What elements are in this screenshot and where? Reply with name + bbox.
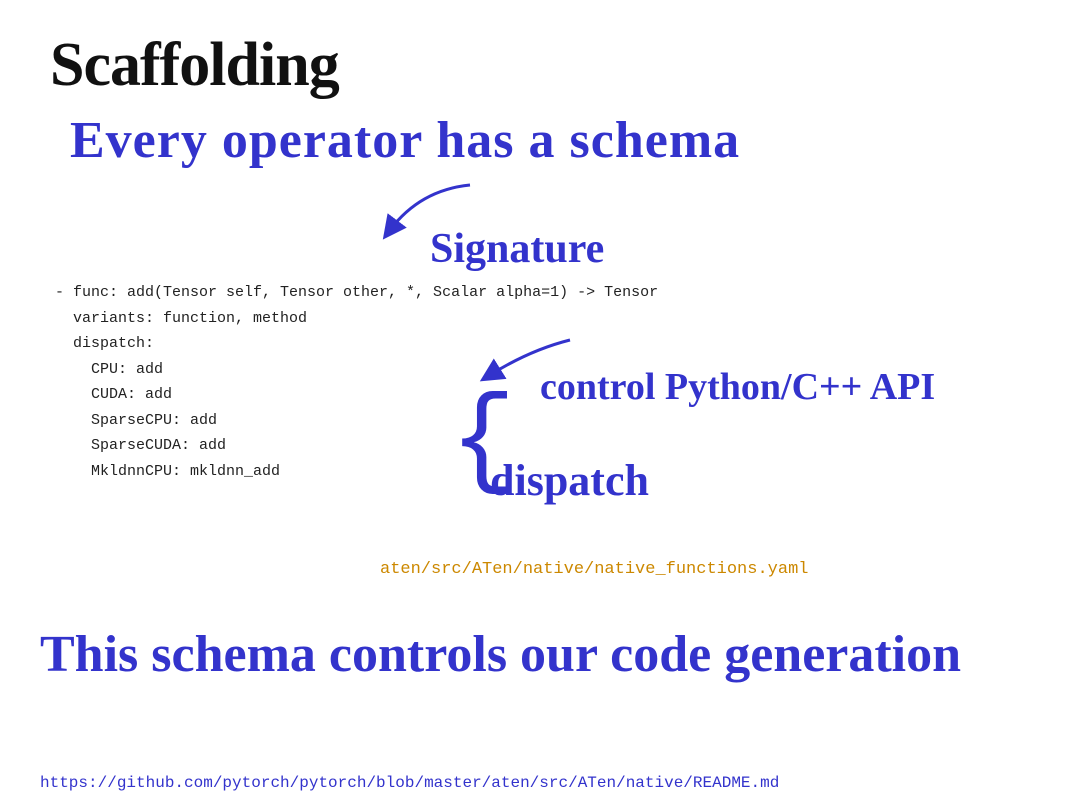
- slide-title: Scaffolding: [50, 30, 1030, 101]
- code-line-6: SparseCPU: add: [55, 408, 658, 434]
- code-line-1: - func: add(Tensor self, Tensor other, *…: [55, 280, 658, 306]
- signature-label: Signature: [430, 225, 604, 273]
- footer-link: https://github.com/pytorch/pytorch/blob/…: [40, 774, 779, 792]
- bottom-headline: This schema controls our code generation: [40, 625, 961, 684]
- headline: Every operator has a schema: [70, 111, 1030, 170]
- code-line-2: variants: function, method: [55, 306, 658, 332]
- yaml-path: aten/src/ATen/native/native_functions.ya…: [380, 560, 808, 579]
- slide: Scaffolding Every operator has a schema …: [0, 0, 1080, 810]
- dispatch-label: dispatch: [490, 455, 649, 506]
- control-label: control Python/C++ API: [540, 365, 935, 409]
